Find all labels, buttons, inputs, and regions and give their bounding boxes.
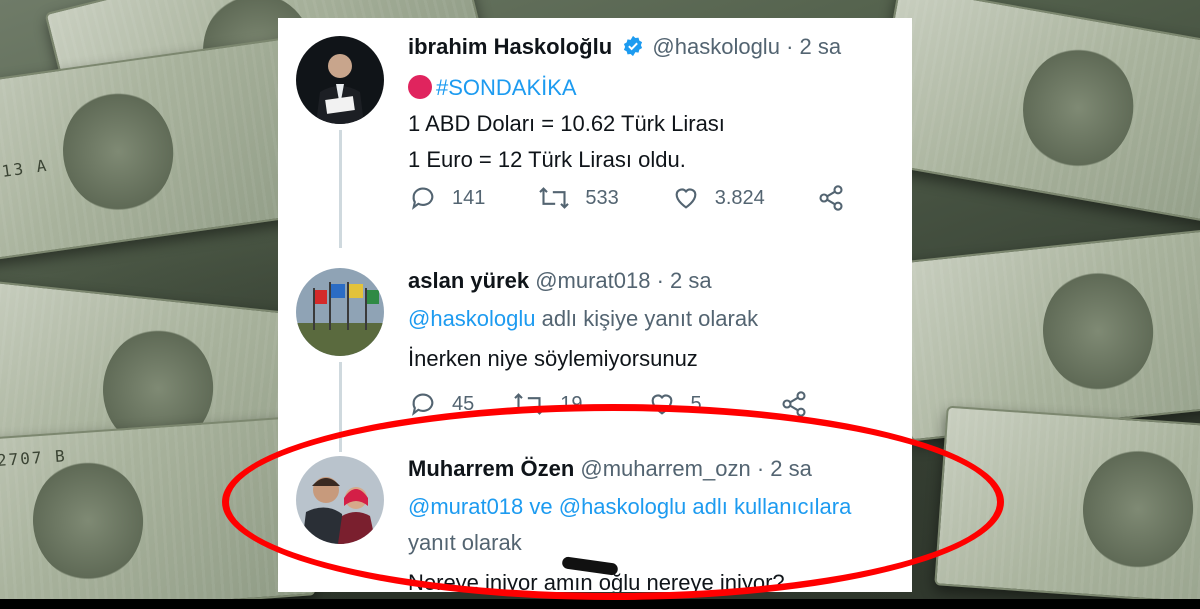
tweet-time: · 2 sa bbox=[786, 34, 842, 59]
share-button[interactable] bbox=[780, 390, 822, 418]
reply-to-text: adlı kişiye yanıt olarak bbox=[535, 306, 759, 331]
tweet-time: · 2 sa bbox=[656, 268, 712, 293]
tweet-header: Muharrem Özen @muharrem_ozn · 2 sa bbox=[408, 456, 902, 482]
share-button[interactable] bbox=[817, 184, 859, 212]
reply-context: @murat018 ve @haskologlu adlı kullanıcıl… bbox=[408, 494, 902, 520]
tweet-reply[interactable]: aslan yürek @murat018 · 2 sa @haskologlu… bbox=[278, 244, 912, 452]
reply-button[interactable]: 45 bbox=[408, 390, 474, 418]
retweet-count: 533 bbox=[585, 186, 619, 209]
like-count: 5 bbox=[690, 392, 702, 415]
tweet-text: İnerken niye söylemiyorsunuz bbox=[408, 346, 698, 371]
share-icon bbox=[819, 185, 843, 211]
tweet-main[interactable]: ibrahim Haskoloğlu @haskologlu · 2 sa #S… bbox=[278, 18, 912, 248]
reply-count: 45 bbox=[452, 392, 475, 415]
tweet-text-line: 1 Euro = 12 Türk Lirası oldu. bbox=[408, 147, 686, 172]
tweet-header: ibrahim Haskoloğlu @haskologlu · 2 sa bbox=[408, 34, 902, 63]
tweet-text-line: 1 ABD Doları = 10.62 Türk Lirası bbox=[408, 111, 725, 136]
share-icon bbox=[782, 391, 806, 417]
heart-icon bbox=[675, 188, 697, 209]
bill-serial: AE 96572707 B bbox=[0, 446, 68, 476]
thread-line bbox=[339, 130, 342, 248]
retweet-button[interactable]: 19 bbox=[512, 390, 583, 418]
tweet-header: aslan yürek @murat018 · 2 sa bbox=[408, 268, 902, 294]
verified-badge-icon bbox=[622, 35, 644, 63]
reply-icon bbox=[412, 393, 434, 416]
author-handle[interactable]: @murat018 bbox=[535, 268, 650, 293]
reply-button[interactable]: 141 bbox=[408, 184, 485, 212]
avatar[interactable] bbox=[296, 268, 384, 356]
reply-to-link[interactable]: @haskologlu bbox=[408, 306, 536, 331]
author-name[interactable]: ibrahim Haskoloğlu bbox=[408, 34, 612, 59]
reply-icon bbox=[412, 187, 434, 210]
tweet-actions: 45 19 5 bbox=[408, 390, 874, 418]
author-handle[interactable]: @muharrem_ozn bbox=[580, 456, 750, 481]
avatar[interactable] bbox=[296, 456, 384, 544]
author-name[interactable]: aslan yürek bbox=[408, 268, 529, 293]
hashtag-link[interactable]: #SONDAKİKA bbox=[436, 75, 577, 100]
dollar-bill-image: AE 96572707 B bbox=[0, 415, 316, 609]
author-name[interactable]: Muharrem Özen bbox=[408, 456, 574, 481]
tweet-actions: 141 533 3.824 bbox=[408, 184, 911, 212]
tweet-text-part: Nereye iniyor bbox=[408, 570, 544, 592]
tweet-text: Nereye iniyor amın oğlu nereye iniyor? bbox=[408, 570, 902, 592]
bottom-bar bbox=[0, 599, 1200, 609]
retweet-button[interactable]: 533 bbox=[537, 184, 619, 212]
retweet-icon bbox=[539, 187, 570, 209]
reply-context-text: yanıt olarak bbox=[408, 530, 522, 555]
dollar-bill-image bbox=[934, 405, 1200, 609]
heart-icon bbox=[651, 394, 672, 415]
like-button[interactable]: 5 bbox=[647, 390, 702, 418]
avatar[interactable] bbox=[296, 36, 384, 124]
hashtag-line: #SONDAKİKA bbox=[408, 75, 902, 101]
tweet-thread-panel: ibrahim Haskoloğlu @haskologlu · 2 sa #S… bbox=[278, 18, 912, 592]
reply-to-link[interactable]: @murat018 ve @haskologlu adlı kullanıcıl… bbox=[408, 494, 851, 519]
reply-count: 141 bbox=[452, 186, 486, 209]
red-circle-emoji-icon bbox=[408, 75, 432, 99]
tweet-time: · 2 sa bbox=[756, 456, 812, 481]
retweet-count: 19 bbox=[560, 392, 583, 415]
reply-context: @haskologlu adlı kişiye yanıt olarak bbox=[408, 306, 902, 332]
tweet-text-part: oğlu nereye iniyor? bbox=[592, 570, 785, 592]
bill-serial: 9250213 A bbox=[0, 155, 50, 190]
like-count: 3.824 bbox=[714, 186, 765, 209]
tweet-text-censored: amın bbox=[543, 570, 593, 592]
retweet-icon bbox=[514, 393, 544, 415]
author-handle[interactable]: @haskologlu bbox=[652, 34, 780, 59]
like-button[interactable]: 3.824 bbox=[671, 184, 765, 212]
